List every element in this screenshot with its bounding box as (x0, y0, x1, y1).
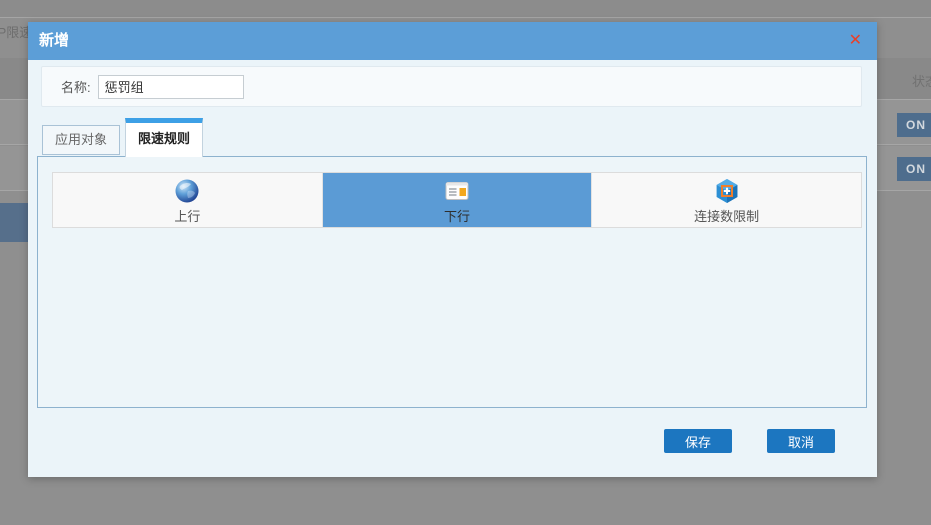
status-column-header: 状态 (912, 71, 931, 90)
background-nav-bar (0, 0, 931, 18)
cancel-button[interactable]: 取消 (767, 429, 835, 453)
dialog-titlebar: 新增 ✕ (28, 22, 877, 60)
globe-icon (174, 178, 200, 204)
hexagon-plus-icon (714, 178, 740, 204)
rate-tab-upload-label: 上行 (174, 206, 200, 225)
status-toggle-on[interactable]: ON (897, 113, 931, 137)
tab-apply-object[interactable]: 应用对象 (42, 125, 120, 155)
name-input[interactable] (98, 75, 244, 99)
dialog-title: 新增 (39, 22, 69, 60)
rate-tab-connection-limit[interactable]: 连接数限制 (591, 173, 861, 227)
rate-tab-upload[interactable]: 上行 (53, 173, 322, 227)
status-toggle-on[interactable]: ON (897, 157, 931, 181)
tab-rate-rules[interactable]: 限速规则 (125, 118, 203, 157)
add-dialog: 新增 ✕ 名称: 应用对象 限速规则 上行 (28, 22, 877, 477)
card-icon (444, 178, 470, 204)
name-field-panel: 名称: (41, 66, 862, 107)
background-selected-item (0, 203, 28, 242)
rate-tab-download[interactable]: 下行 (322, 173, 592, 227)
rate-type-selector: 上行 下行 连接数限制 (52, 172, 862, 228)
rate-tab-connection-limit-label: 连接数限制 (694, 206, 759, 225)
rate-tab-download-label: 下行 (444, 206, 470, 225)
name-label: 名称: (61, 77, 91, 96)
save-button[interactable]: 保存 (664, 429, 732, 453)
close-icon[interactable]: ✕ (849, 22, 862, 60)
